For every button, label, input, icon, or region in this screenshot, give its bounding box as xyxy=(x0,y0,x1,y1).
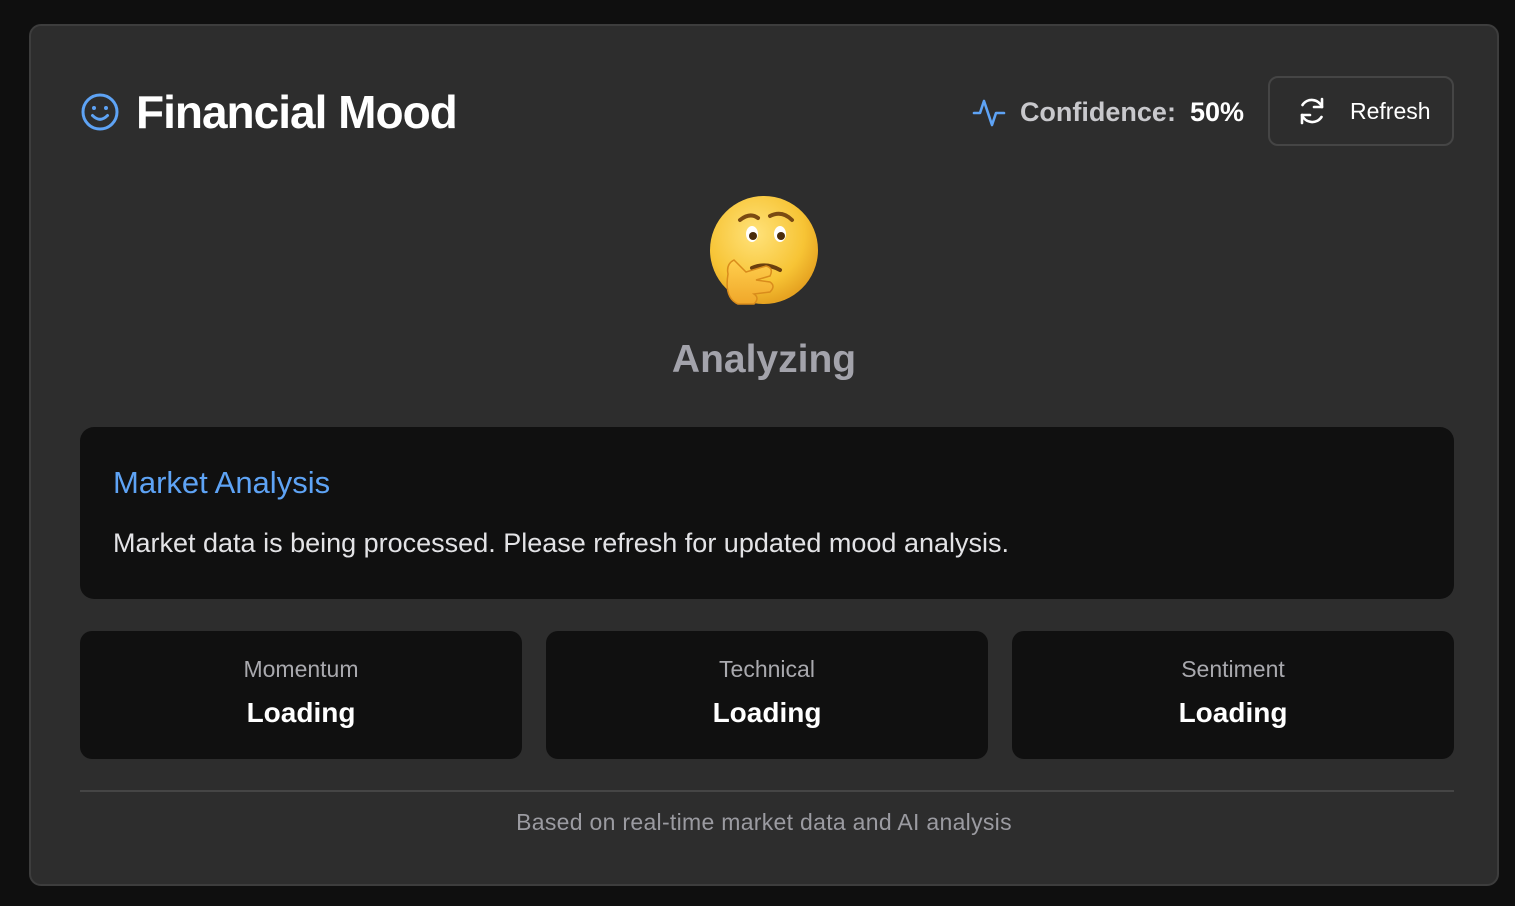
market-analysis-panel: Market Analysis Market data is being pro… xyxy=(80,427,1454,599)
stat-value: Loading xyxy=(712,697,822,728)
confidence-value: 50% xyxy=(1189,96,1244,127)
card-header: Financial Mood Confidence: 50% Refresh xyxy=(80,76,1454,148)
refresh-label: Refresh xyxy=(1350,97,1431,124)
title-group: Financial Mood xyxy=(80,86,458,138)
stat-technical: Technical Loading xyxy=(546,631,988,759)
stat-label: Momentum xyxy=(243,656,359,682)
stat-label: Sentiment xyxy=(1181,656,1285,682)
stat-value: Loading xyxy=(1178,697,1288,728)
thinking-face-icon xyxy=(31,194,1497,314)
confidence-label: Confidence: xyxy=(1019,96,1176,127)
page-title: Financial Mood xyxy=(136,86,458,138)
stat-label: Technical xyxy=(719,656,815,682)
stat-momentum: Momentum Loading xyxy=(80,631,522,759)
smile-icon xyxy=(80,92,120,132)
footer-note: Based on real-time market data and AI an… xyxy=(516,809,1012,835)
analysis-text: Market data is being processed. Please r… xyxy=(113,528,1009,558)
analysis-title: Market Analysis xyxy=(113,465,331,500)
financial-mood-card: Financial Mood Confidence: 50% Refresh A… xyxy=(29,24,1499,886)
mood-label: Analyzing xyxy=(671,338,857,381)
stat-value: Loading xyxy=(246,697,356,728)
pulse-icon xyxy=(972,95,1006,129)
footer-divider xyxy=(80,790,1454,792)
confidence-indicator: Confidence: 50% xyxy=(972,92,1244,132)
stat-sentiment: Sentiment Loading xyxy=(1012,631,1454,759)
refresh-button[interactable]: Refresh xyxy=(1268,76,1454,146)
refresh-icon xyxy=(1296,95,1328,127)
